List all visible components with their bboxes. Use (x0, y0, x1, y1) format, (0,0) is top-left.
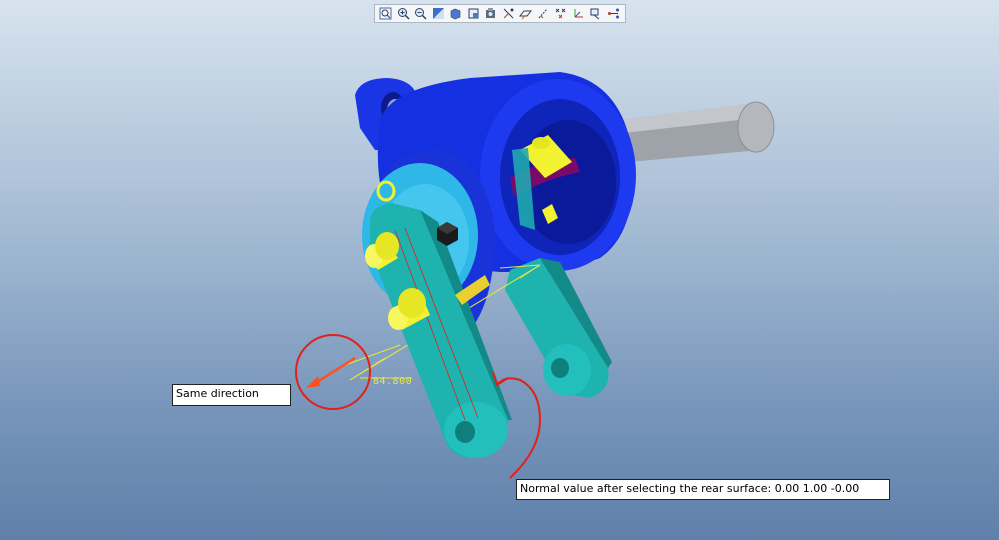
mechanism-3d-model[interactable] (0, 0, 999, 540)
annotation-display-icon (590, 8, 600, 20)
point-display-icon (555, 8, 566, 19)
plane-display-icon (519, 10, 533, 20)
csys-display-icon (574, 9, 583, 18)
zoom-out-button[interactable] (412, 5, 430, 22)
spin-center-button[interactable] (605, 5, 623, 22)
view-toolbar (374, 4, 626, 23)
annotation-display-button[interactable] (587, 5, 605, 22)
saved-views-icon (468, 8, 479, 19)
teal-link-right (505, 258, 612, 398)
repaint-button[interactable] (430, 5, 448, 22)
view-manager-button[interactable] (482, 5, 500, 22)
csys-display-button[interactable] (570, 5, 588, 22)
same-direction-callout: Same direction (172, 384, 291, 406)
axis-display-icon (538, 8, 548, 19)
repaint-icon (432, 8, 444, 19)
axis-display-button[interactable] (535, 5, 553, 22)
plane-display-button[interactable] (517, 5, 535, 22)
3d-graphics-viewport[interactable]: 84.800 Same direction Normal value after… (0, 0, 999, 540)
zoom-fit-icon (379, 7, 392, 20)
view-manager-icon (486, 8, 496, 18)
red-direction-arrow (306, 356, 356, 388)
zoom-out-icon (415, 8, 427, 20)
datum-display-icon (503, 8, 514, 19)
point-display-button[interactable] (552, 5, 570, 22)
saved-views-button[interactable] (465, 5, 483, 22)
spin-center-icon (607, 8, 619, 19)
zoom-in-button[interactable] (395, 5, 413, 22)
shading-icon (450, 8, 461, 20)
normal-value-callout: Normal value after selecting the rear su… (516, 479, 890, 500)
shading-button[interactable] (447, 5, 465, 22)
zoom-fit-button[interactable] (377, 5, 395, 22)
datum-display-button[interactable] (500, 5, 518, 22)
zoom-in-icon (397, 8, 410, 20)
dimension-value-label: 84.800 (373, 376, 413, 387)
